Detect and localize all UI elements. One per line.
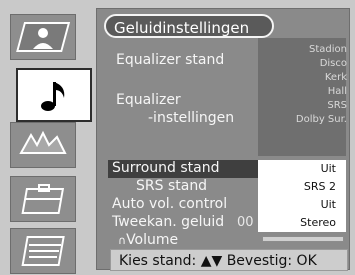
install-icon [21,236,65,266]
sidebar-item-setup[interactable] [10,176,76,222]
menu-item-surround-stand[interactable]: Surround stand [112,160,220,176]
menu-item-equalizer-instellingen-sub: -instellingen [148,110,235,126]
tweekan-value[interactable]: Stereo [258,214,346,232]
equalizer-option-kerk[interactable]: Kerk [325,72,347,83]
equalizer-option-disco[interactable]: Disco [320,58,347,69]
menu-item-equalizer-instellingen[interactable]: Equalizer [116,92,181,108]
setup-icon [21,184,65,214]
equalizer-options-list[interactable] [258,38,346,156]
srs-value[interactable]: SRS 2 [258,178,346,196]
auto-vol-value[interactable]: Uit [258,196,346,214]
equalizer-option-srs[interactable]: SRS [327,100,347,111]
menu-item-volume[interactable]: ∩Volume [118,232,178,248]
surround-value[interactable]: Uit [258,160,346,178]
sidebar-item-feature[interactable] [10,122,76,168]
picture-icon [16,22,71,52]
menu-item-srs-stand[interactable]: SRS stand [136,178,207,194]
music-note-icon [41,82,65,111]
equalizer-option-hall[interactable]: Hall [328,86,347,97]
sidebar-item-sound[interactable] [16,68,92,122]
menu-item-auto-vol-control[interactable]: Auto vol. control [112,196,227,212]
volume-label: Volume [126,232,179,248]
menu-item-tweekan-geluid[interactable]: Tweekan. geluid [112,214,224,230]
feature-icon [19,130,67,154]
sidebar-item-install[interactable] [10,228,76,274]
volume-slider[interactable] [262,236,344,242]
footer-hint: Kies stand: ▲▼ Bevestig: OK [110,249,348,271]
equalizer-option-dolby[interactable]: Dolby Sur. [296,114,347,125]
headphone-icon: ∩ [118,234,127,247]
sidebar-item-picture[interactable] [10,14,76,60]
menu-title: Geluidinstellingen [104,14,274,38]
menu-item-equalizer-stand[interactable]: Equalizer stand [116,52,224,68]
tweekan-channel-number: 00 [237,215,254,230]
equalizer-option-stadion[interactable]: Stadion [309,44,347,55]
